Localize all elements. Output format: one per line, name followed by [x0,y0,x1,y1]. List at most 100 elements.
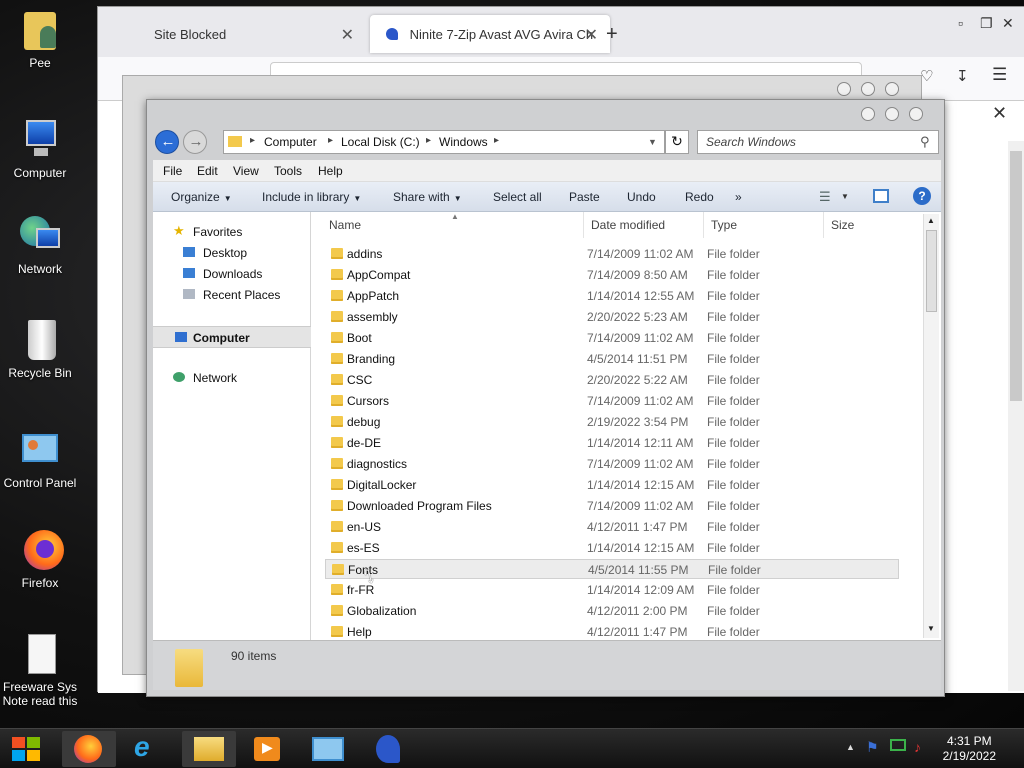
close-window-icon[interactable] [909,107,923,121]
redo-button[interactable]: Redo [685,190,714,204]
menu-file[interactable]: File [163,164,182,178]
page-close-icon[interactable]: ✕ [992,103,1007,124]
table-row[interactable]: Cursors 7/14/2009 11:02 AM File folder [325,391,899,411]
nav-computer[interactable]: Computer [153,326,311,348]
taskbar-explorer[interactable] [182,731,236,767]
table-row[interactable]: CSC 2/20/2022 5:22 AM File folder [325,370,899,390]
chevron-down-icon[interactable]: ▼ [841,192,849,201]
network-status-icon[interactable] [890,739,906,751]
nav-network[interactable]: Network [153,368,311,388]
table-row[interactable]: diagnostics 7/14/2009 11:02 AM File folder [325,454,899,474]
taskbar-internet-explorer[interactable]: e [122,731,176,767]
breadcrumb-separator-icon: ▸ [250,135,256,146]
table-row[interactable]: Boot 7/14/2009 11:02 AM File folder [325,328,899,348]
more-commands-button[interactable]: » [735,190,742,204]
close-window-icon[interactable]: ✕ [1002,15,1014,32]
table-row[interactable]: Help 4/12/2011 1:47 PM File folder [325,622,899,640]
table-row[interactable]: de-DE 1/14/2014 12:11 AM File folder [325,433,899,453]
scroll-down-icon[interactable]: ▼ [927,624,935,633]
organize-button[interactable]: Organize ▼ [171,190,232,204]
table-row[interactable]: addins 7/14/2009 11:02 AM File folder [325,244,899,264]
include-in-library-button[interactable]: Include in library ▼ [262,190,361,204]
preview-pane-icon[interactable] [873,189,889,203]
maximize-icon[interactable] [861,82,875,96]
table-row[interactable]: es-ES 1/14/2014 12:15 AM File folder [325,538,899,558]
select-all-button[interactable]: Select all [493,190,542,204]
nav-desktop[interactable]: Desktop [153,243,311,263]
breadcrumb-windows[interactable]: Windows [439,135,488,149]
column-header-name[interactable]: Name [329,218,361,232]
breadcrumb-local-disk[interactable]: Local Disk (C:) [341,135,420,149]
column-header-size[interactable]: Size [831,218,854,232]
taskbar-ninite[interactable] [362,731,416,767]
desktop-icon-user[interactable]: Pee [0,8,80,70]
desktop-icon-recycle-bin[interactable]: Recycle Bin [0,318,80,380]
restore-icon[interactable]: ❐ [980,15,993,32]
help-icon[interactable]: ? [913,187,931,205]
download-icon[interactable]: ↧ [956,67,969,85]
desktop-icon-computer[interactable]: Computer [0,118,80,180]
tab-close-icon[interactable]: ✕ [585,25,598,45]
breadcrumb-computer[interactable]: Computer [264,135,317,149]
scroll-thumb[interactable] [926,230,937,312]
view-options-icon[interactable]: ☰ [819,189,831,205]
nav-recent-places[interactable]: Recent Places [153,285,311,305]
vertical-scrollbar[interactable]: ▲ ▼ [923,214,939,638]
nav-favorites[interactable]: ★ Favorites [153,222,311,242]
table-row[interactable]: assembly 2/20/2022 5:23 AM File folder [325,307,899,327]
menu-tools[interactable]: Tools [274,164,302,178]
table-row[interactable]: Downloaded Program Files 7/14/2009 11:02 … [325,496,899,516]
search-box[interactable]: Search Windows ⚲ [697,130,939,154]
table-row[interactable]: en-US 4/12/2011 1:47 PM File folder [325,517,899,537]
table-row[interactable]: debug 2/19/2022 3:54 PM File folder [325,412,899,432]
tab-close-icon[interactable]: ✕ [341,25,354,45]
table-row[interactable]: Globalization 4/12/2011 2:00 PM File folde… [325,601,899,621]
tab-site-blocked[interactable]: Site Blocked ✕ [138,15,366,53]
maximize-icon[interactable] [885,107,899,121]
desktop-icon-network[interactable]: Network [0,214,80,276]
pocket-icon[interactable]: ♡ [920,67,933,85]
minimize-icon[interactable] [837,82,851,96]
volume-icon[interactable]: ♪ [914,739,921,755]
menu-view[interactable]: View [233,164,259,178]
clock[interactable]: 4:31 PM 2/19/2022 [943,734,996,764]
taskbar-media-player[interactable]: ▶ [242,731,296,767]
chevron-down-icon[interactable]: ▼ [648,137,657,147]
minimize-icon[interactable] [861,107,875,121]
close-window-icon[interactable] [885,82,899,96]
scroll-up-icon[interactable]: ▲ [927,216,935,225]
flag-icon[interactable]: ⚑ [866,739,879,756]
desktop-icon-control-panel[interactable]: Control Panel [0,428,80,490]
taskbar-control-panel[interactable] [302,731,356,767]
start-button[interactable] [2,731,52,767]
table-row[interactable]: Branding 4/5/2014 11:51 PM File folder [325,349,899,369]
table-row[interactable]: AppCompat 7/14/2009 8:50 AM File folder [325,265,899,285]
forward-button[interactable]: → [183,130,207,154]
new-tab-button[interactable]: + [606,23,618,46]
undo-button[interactable]: Undo [627,190,656,204]
column-header-date[interactable]: Date modified [591,218,665,232]
table-row[interactable]: fr-FR 1/14/2014 12:09 AM File folder [325,580,899,600]
nav-downloads[interactable]: Downloads [153,264,311,284]
paste-button[interactable]: Paste [569,190,600,204]
taskbar-firefox[interactable] [62,731,116,767]
desktop-icon-freeware-note[interactable]: Freeware Sys Note read this [0,632,80,708]
hamburger-menu-icon[interactable]: ☰ [992,65,1007,85]
page-scroll-thumb[interactable] [1010,151,1022,401]
tab-ninite[interactable]: Ninite 7-Zip Avast AVG Avira Ch ✕ [370,15,610,53]
address-bar[interactable]: ▸ Computer ▸ Local Disk (C:) ▸ Windows ▸… [223,130,665,154]
column-header-type[interactable]: Type [711,218,737,232]
search-icon[interactable]: ⚲ [920,134,930,150]
back-button[interactable]: ← [155,130,179,154]
table-row[interactable]: Fonts 4/5/2014 11:55 PM File folder [325,559,899,579]
minimize-icon[interactable]: ▫ [958,15,963,31]
file-date: 1/14/2014 12:15 AM [587,478,695,492]
table-row[interactable]: DigitalLocker 1/14/2014 12:15 AM File fold… [325,475,899,495]
menu-edit[interactable]: Edit [197,164,218,178]
table-row[interactable]: AppPatch 1/14/2014 12:55 AM File folder [325,286,899,306]
desktop-icon-firefox[interactable]: Firefox [0,528,80,590]
share-with-button[interactable]: Share with ▼ [393,190,462,204]
menu-help[interactable]: Help [318,164,343,178]
show-hidden-icons-icon[interactable]: ▲ [846,742,855,752]
refresh-button[interactable]: ↻ [665,130,689,154]
